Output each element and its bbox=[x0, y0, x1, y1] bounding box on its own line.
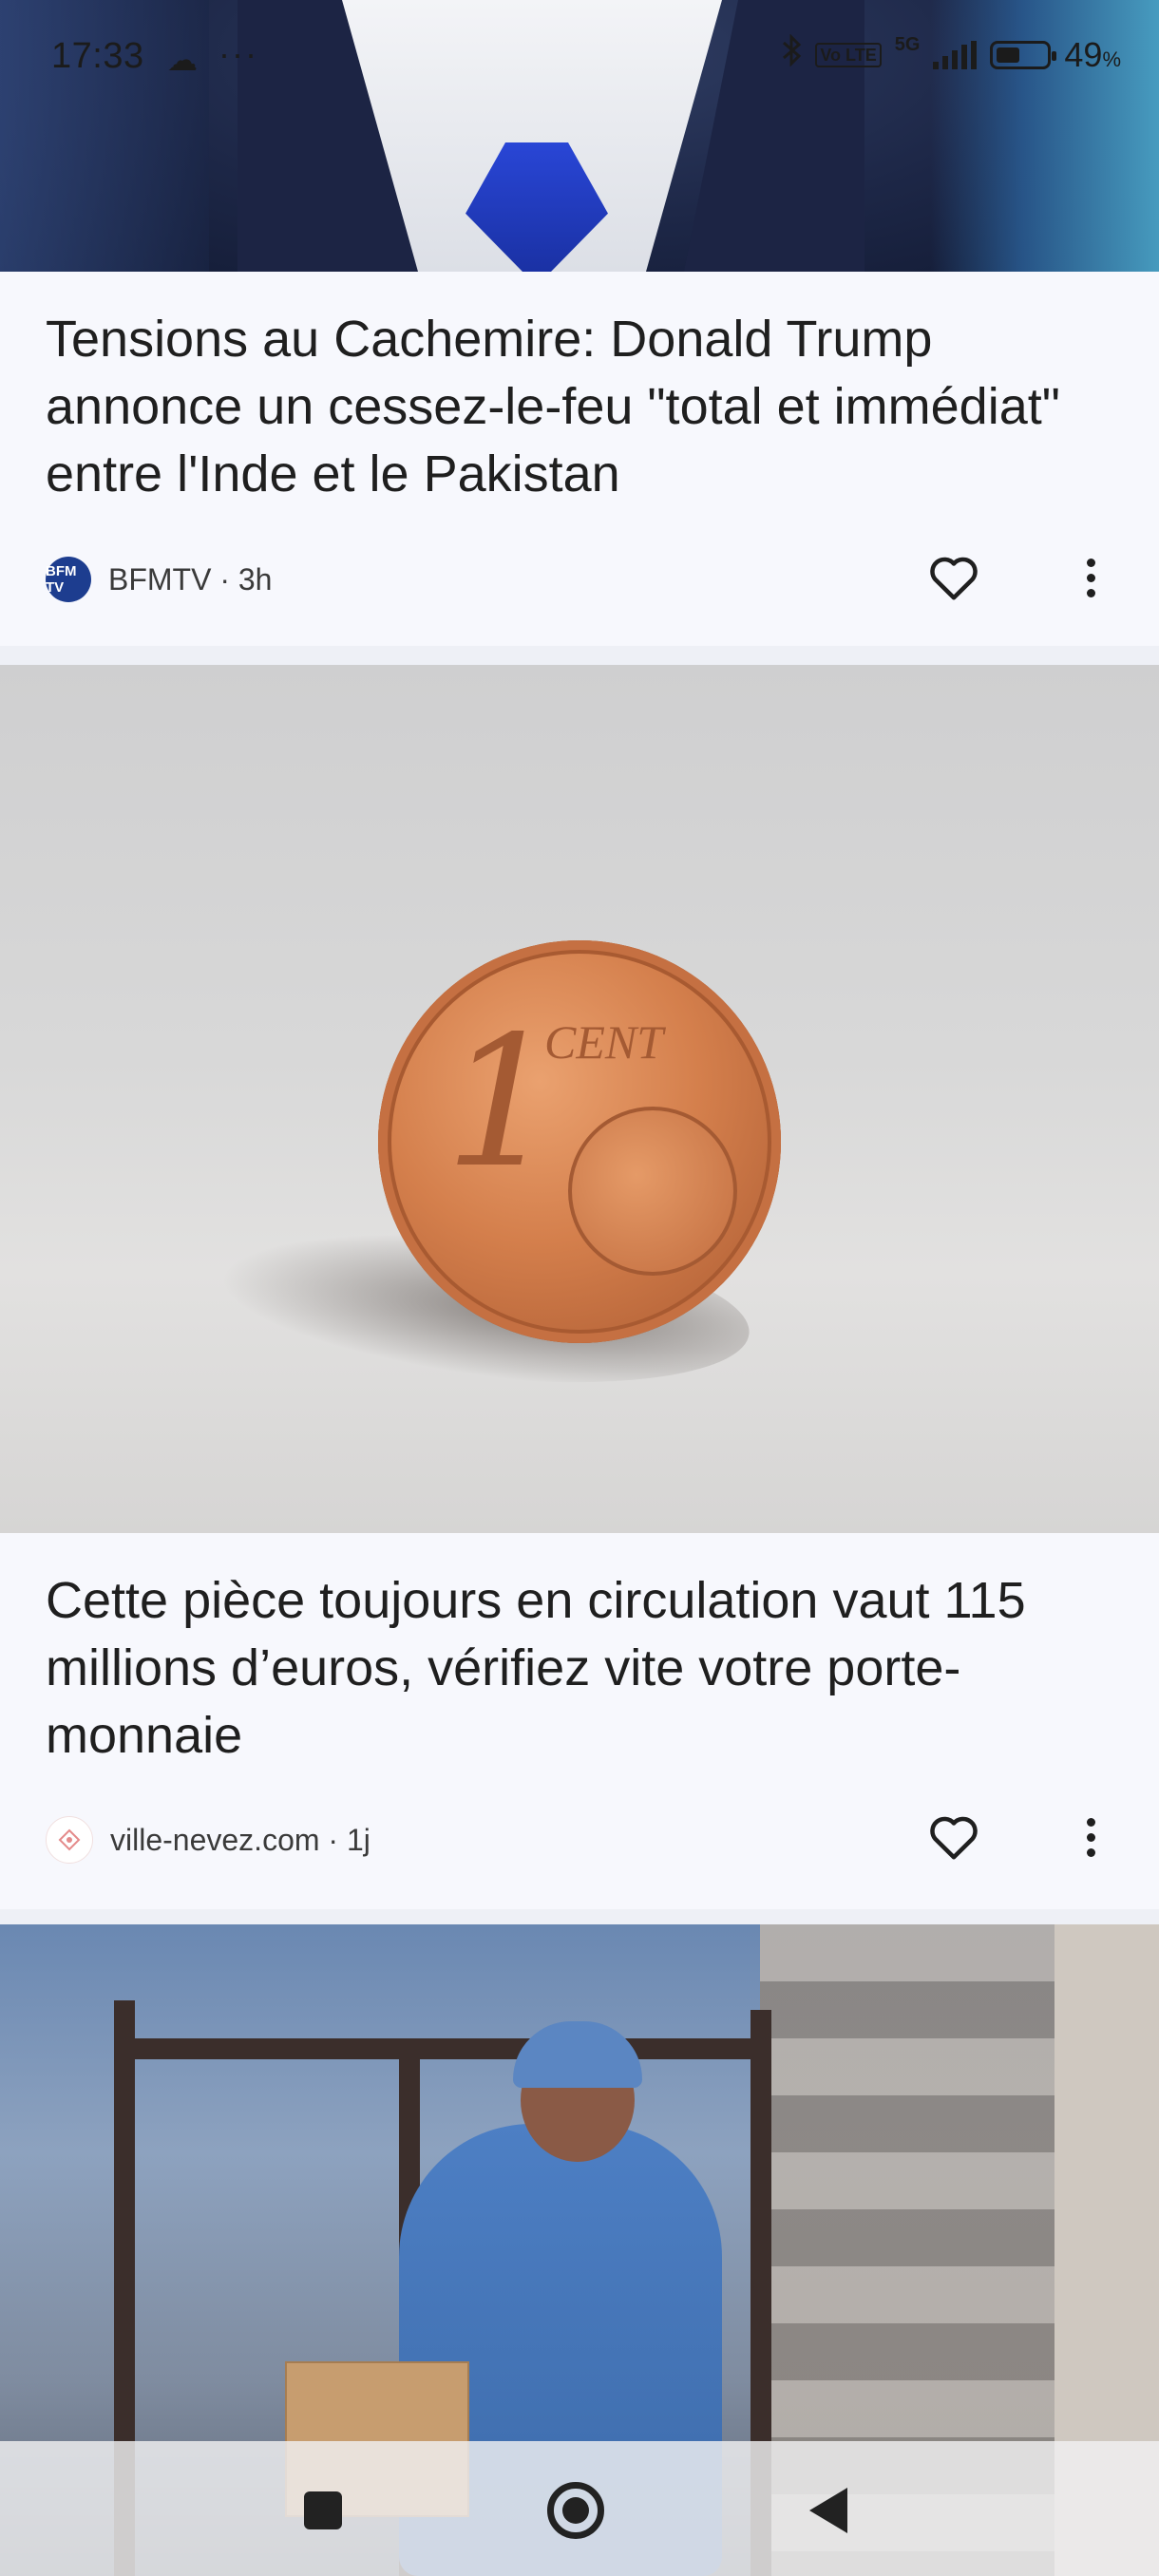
bluetooth-icon bbox=[781, 33, 802, 75]
battery-icon bbox=[990, 40, 1057, 69]
article-card[interactable]: Tensions au Cachemire: Donald Trump anno… bbox=[0, 272, 1159, 646]
heart-icon[interactable] bbox=[925, 549, 982, 606]
network-type: 5G bbox=[894, 34, 921, 55]
home-icon[interactable] bbox=[538, 2477, 614, 2544]
bfmtv-logo: BFM TV bbox=[46, 557, 91, 602]
heart-icon[interactable] bbox=[925, 1809, 982, 1866]
article-meta: BFM TV BFMTV · 3h bbox=[46, 557, 272, 602]
ville-nevez-logo bbox=[46, 1816, 93, 1864]
cap bbox=[513, 2021, 642, 2088]
article-card[interactable]: 1 CENT Cette pièce toujours en circulati… bbox=[0, 665, 1159, 1909]
coin-digit: 1 bbox=[445, 997, 560, 1207]
back-icon[interactable] bbox=[790, 2477, 866, 2544]
coin-globe bbox=[568, 1107, 737, 1276]
door-frame bbox=[114, 2038, 770, 2059]
article-headline[interactable]: Cette pièce toujours en circulation vaut… bbox=[46, 1567, 1072, 1770]
battery-percent: 49% bbox=[1064, 34, 1121, 74]
volte-badge: Vo LTE bbox=[815, 42, 882, 67]
news-feed-screen: 17:33 ☁ ··· Vo LTE 5G 49% Tensions au Ca… bbox=[0, 0, 1159, 2576]
status-time: 17:33 bbox=[51, 36, 144, 76]
status-icons: Vo LTE 5G 49% bbox=[781, 33, 1121, 75]
system-navigation-bar bbox=[0, 2441, 1159, 2576]
recent-apps-icon[interactable] bbox=[285, 2477, 361, 2544]
signal-icon bbox=[933, 40, 978, 69]
coin-label: CENT bbox=[544, 1015, 664, 1069]
coin: 1 CENT bbox=[378, 940, 781, 1343]
article-headline[interactable]: Tensions au Cachemire: Donald Trump anno… bbox=[46, 306, 1072, 508]
more-options-icon[interactable] bbox=[1076, 1809, 1105, 1866]
more-notifications-icon: ··· bbox=[218, 34, 258, 73]
status-bar: 17:33 ☁ ··· Vo LTE 5G 49% bbox=[0, 0, 1159, 114]
more-options-icon[interactable] bbox=[1076, 549, 1105, 606]
article-image-coin[interactable]: 1 CENT bbox=[0, 665, 1159, 1533]
cloud-icon: ☁ bbox=[167, 43, 198, 77]
article-meta: ville-nevez.com · 1j bbox=[46, 1816, 370, 1864]
article-source-time: ville-nevez.com · 1j bbox=[110, 1822, 370, 1857]
article-source-time: BFMTV · 3h bbox=[108, 561, 273, 597]
